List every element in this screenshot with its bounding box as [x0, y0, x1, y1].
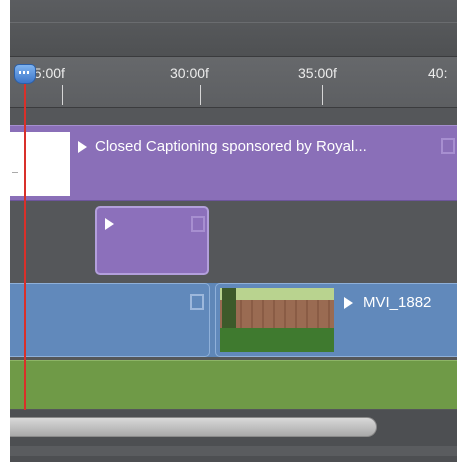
ruler-tick [322, 85, 323, 105]
thumbnail-tree [222, 288, 236, 330]
video-clip-mvi[interactable]: MVI_1882 [215, 283, 457, 357]
title-clip[interactable] [95, 206, 209, 275]
playhead-handle-icon[interactable] [14, 64, 36, 84]
ruler-label: 40: [428, 65, 448, 81]
ruler-label: 30:00f [170, 65, 209, 81]
video-clip[interactable] [10, 283, 210, 357]
video-thumbnail [220, 288, 334, 352]
ruler-tick [200, 85, 201, 105]
scroll-area [10, 410, 457, 462]
bottom-strip [10, 446, 457, 456]
thumbnail-bush [220, 328, 334, 352]
video-clip-title: MVI_1882 [344, 294, 431, 311]
toolbar-divider [10, 22, 457, 23]
clip-end-handle-icon[interactable] [441, 138, 455, 154]
horizontal-scrollbar[interactable] [10, 417, 377, 437]
video-track: MVI_1882 [10, 283, 457, 357]
title-track [10, 201, 457, 281]
track-gap [10, 108, 457, 124]
caption-thumbnail [10, 132, 70, 196]
play-icon[interactable] [344, 297, 353, 310]
clip-end-handle-icon[interactable] [191, 216, 205, 232]
thumbnail-wall [220, 300, 334, 330]
clip-end-handle-icon[interactable] [190, 294, 204, 310]
playhead-grip [19, 71, 31, 74]
play-icon[interactable] [105, 218, 114, 230]
ruler-label: 35:00f [298, 65, 337, 81]
timeline-panel: 25:00f 30:00f 35:00f 40: Closed Captioni… [10, 0, 457, 462]
playhead-line[interactable] [24, 80, 26, 410]
thumbnail-mark [12, 172, 18, 173]
caption-clip-title: Closed Captioning sponsored by Royal... [78, 138, 367, 155]
video-clip-label: MVI_1882 [363, 294, 432, 311]
caption-clip[interactable]: Closed Captioning sponsored by Royal... [10, 125, 457, 201]
play-icon[interactable] [78, 141, 87, 154]
timeline-toolbar [10, 0, 457, 57]
caption-clip-label: Closed Captioning sponsored by Royal... [95, 138, 367, 155]
time-ruler[interactable]: 25:00f 30:00f 35:00f 40: [10, 57, 457, 108]
ruler-tick [62, 85, 63, 105]
audio-track[interactable] [10, 360, 457, 409]
